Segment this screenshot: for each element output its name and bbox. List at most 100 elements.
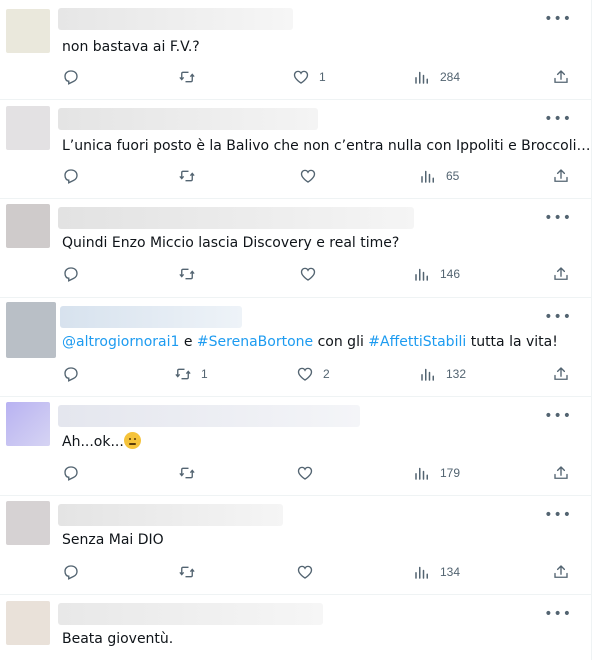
share-button[interactable] [552, 363, 570, 385]
views-button[interactable]: 284 [413, 66, 460, 88]
like-button[interactable] [299, 263, 317, 285]
views-chart-icon [421, 368, 434, 381]
like-button[interactable] [296, 561, 314, 583]
retweet-icon [175, 368, 191, 380]
reply-tweet[interactable]: ••• Ah...ok... 179 [0, 397, 592, 496]
like-button[interactable]: 1 [292, 66, 326, 88]
avatar[interactable] [6, 9, 50, 53]
reply-tweet[interactable]: ••• Quindi Enzo Miccio lascia Discovery … [0, 199, 592, 298]
views-chart-icon [421, 170, 434, 183]
reply-icon [64, 565, 78, 580]
retweet-button[interactable]: 1 [174, 363, 208, 385]
more-dots-icon[interactable]: ••• [544, 112, 572, 126]
tweet-text: Beata gioventù. [62, 631, 174, 647]
reply-button[interactable] [62, 66, 80, 88]
share-icon [554, 367, 568, 380]
heart-icon [300, 169, 316, 183]
text-segment: con gli [313, 334, 369, 350]
author-name-blurred [58, 8, 293, 30]
views-chart-icon [415, 566, 428, 579]
share-icon [554, 70, 568, 83]
reply-tweet[interactable]: ••• L’unica fuori posto è la Balivo che … [0, 100, 592, 199]
hashtag-link[interactable]: #SerenaBortone [197, 334, 313, 350]
tweet-text: Ah...ok... [62, 432, 141, 451]
like-button[interactable]: 2 [296, 363, 330, 385]
views-button[interactable]: 65 [419, 165, 459, 187]
like-button[interactable] [299, 165, 317, 187]
heart-icon [297, 367, 313, 381]
avatar[interactable] [6, 302, 56, 358]
text-segment: tutta la vita! [466, 334, 558, 350]
views-count: 65 [446, 169, 460, 183]
share-icon [554, 267, 568, 280]
tweet-actions: 146 [0, 263, 592, 285]
tweet-actions: 179 [0, 462, 592, 484]
hashtag-link[interactable]: #AffettiStabili [368, 334, 466, 350]
more-dots-icon[interactable]: ••• [544, 508, 572, 522]
reply-button[interactable] [62, 263, 80, 285]
more-dots-icon[interactable]: ••• [544, 409, 572, 423]
share-icon [554, 565, 568, 578]
reply-icon [64, 70, 78, 85]
avatar[interactable] [6, 402, 50, 446]
retweet-count: 1 [201, 367, 208, 381]
avatar[interactable] [6, 106, 50, 150]
retweet-icon [179, 71, 195, 83]
tweet-actions: 65 [0, 165, 592, 187]
share-icon [554, 466, 568, 479]
like-count: 2 [323, 367, 330, 381]
avatar[interactable] [6, 501, 50, 545]
reply-button[interactable] [62, 462, 80, 484]
reply-tweet[interactable]: ••• @altrogiornorai1 e #SerenaBortone co… [0, 298, 592, 397]
slightly-frowning-face-icon [123, 432, 141, 449]
more-dots-icon[interactable]: ••• [544, 310, 572, 324]
share-button[interactable] [552, 561, 570, 583]
retweet-button[interactable] [178, 561, 196, 583]
tweet-actions: 1 284 [0, 66, 592, 88]
views-button[interactable]: 134 [413, 561, 460, 583]
reply-icon [64, 367, 78, 382]
views-chart-icon [415, 467, 428, 480]
share-button[interactable] [552, 462, 570, 484]
like-count: 1 [319, 70, 326, 84]
retweet-icon [179, 566, 195, 578]
replies-feed: ••• non bastava ai F.V.? 1 284 ••• L’uni… [0, 0, 592, 660]
share-button[interactable] [552, 263, 570, 285]
retweet-button[interactable] [178, 263, 196, 285]
mention-link[interactable]: @altrogiornorai1 [62, 334, 179, 350]
reply-tweet[interactable]: ••• non bastava ai F.V.? 1 284 [0, 0, 592, 100]
views-button[interactable]: 179 [413, 462, 460, 484]
heart-icon [297, 466, 313, 480]
tweet-text: @altrogiornorai1 e #SerenaBortone con gl… [62, 333, 558, 351]
tweet-actions: 134 [0, 561, 592, 583]
retweet-button[interactable] [178, 165, 196, 187]
heart-icon [293, 70, 309, 84]
tweet-text: Senza Mai DIO [62, 532, 164, 548]
author-name-blurred [58, 603, 323, 625]
views-count: 146 [440, 267, 461, 281]
like-button[interactable] [296, 462, 314, 484]
share-button[interactable] [552, 66, 570, 88]
reply-tweet[interactable]: ••• Senza Mai DIO 134 [0, 496, 592, 595]
more-dots-icon[interactable]: ••• [544, 12, 572, 26]
tweet-actions: 1 2 132 [0, 363, 592, 385]
reply-button[interactable] [62, 165, 80, 187]
avatar[interactable] [6, 204, 50, 248]
reply-button[interactable] [62, 561, 80, 583]
reply-tweet[interactable]: ••• Beata gioventù. [0, 595, 592, 660]
reply-button[interactable] [62, 363, 80, 385]
reply-icon [64, 169, 78, 184]
more-dots-icon[interactable]: ••• [544, 607, 572, 621]
retweet-button[interactable] [178, 462, 196, 484]
text-segment: e [179, 334, 197, 350]
avatar[interactable] [6, 601, 50, 645]
retweet-button[interactable] [178, 66, 196, 88]
share-button[interactable] [552, 165, 570, 187]
author-name-blurred [58, 405, 360, 427]
views-button[interactable]: 146 [413, 263, 460, 285]
views-button[interactable]: 132 [419, 363, 466, 385]
more-dots-icon[interactable]: ••• [544, 211, 572, 225]
views-chart-icon [415, 71, 428, 84]
reply-icon [64, 267, 78, 282]
author-name-blurred [58, 207, 414, 229]
